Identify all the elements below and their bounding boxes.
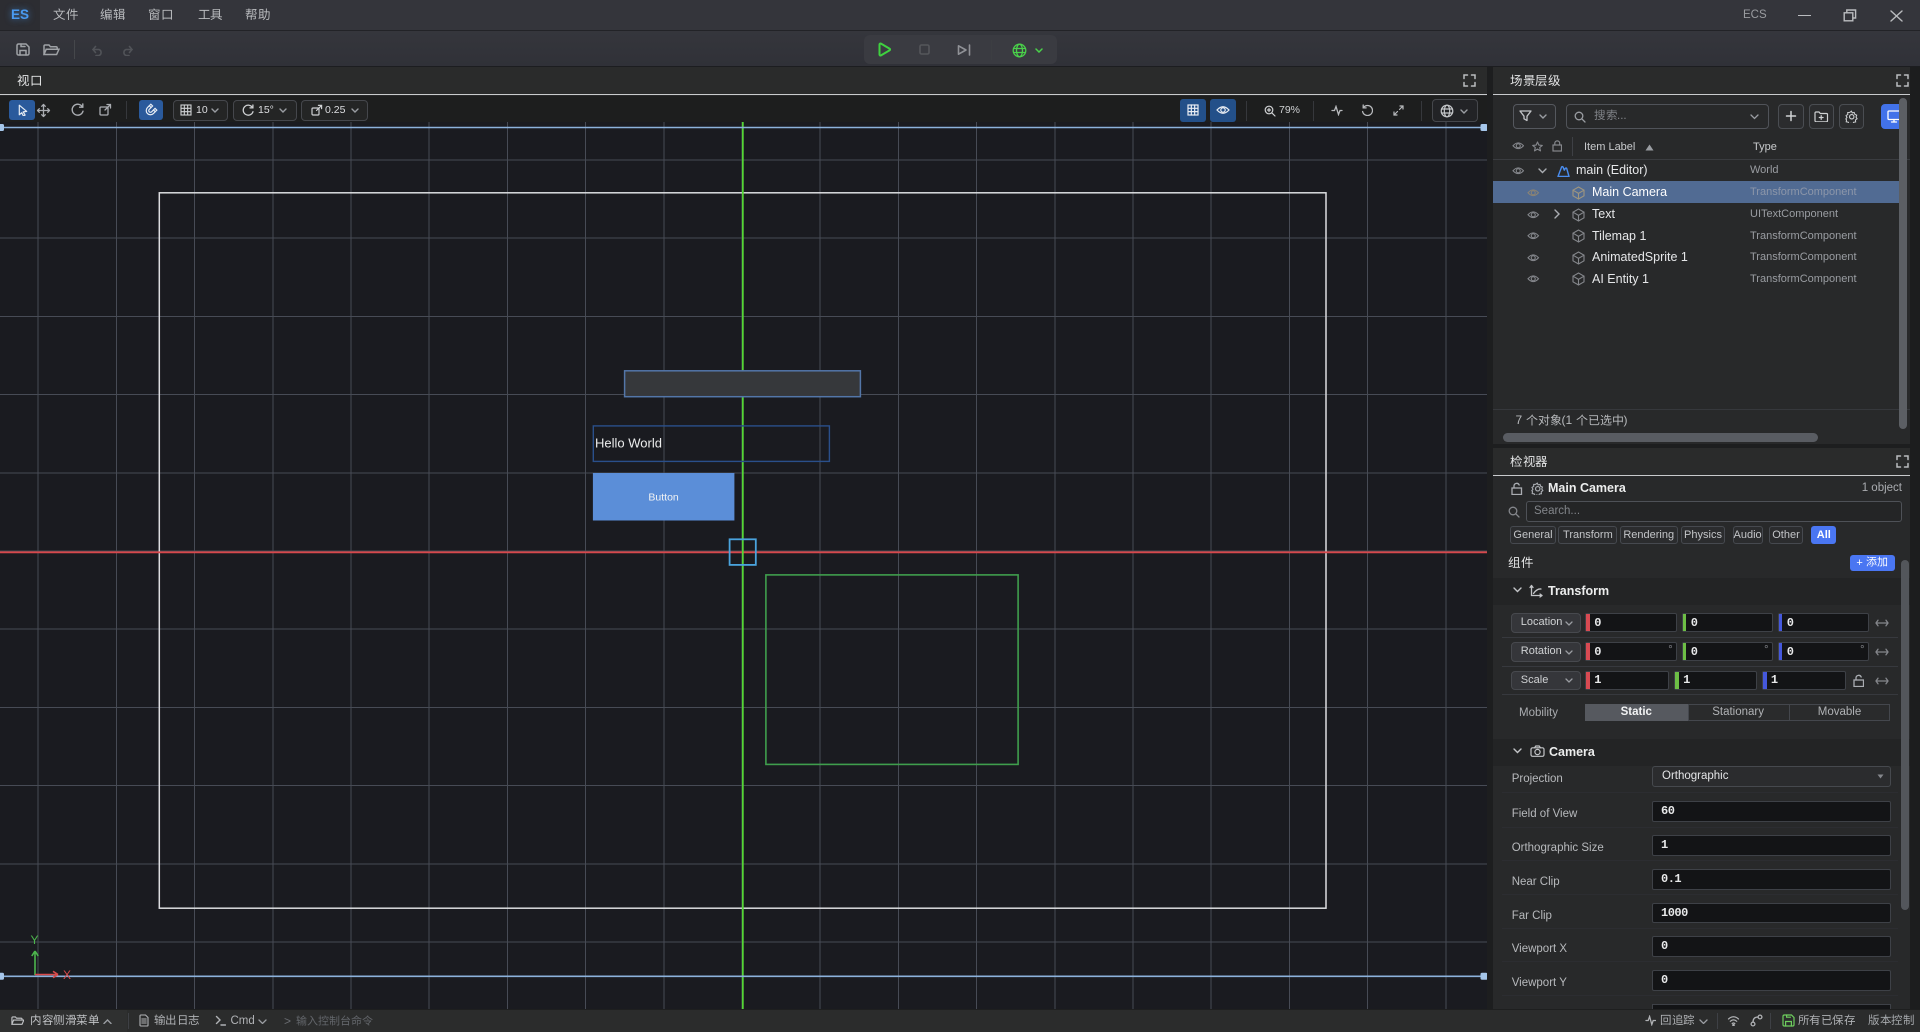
svg-text:Button: Button [648, 492, 679, 504]
svg-text:Y: Y [31, 933, 39, 947]
svg-text:Hello World: Hello World [595, 436, 662, 451]
svg-text:X: X [63, 968, 71, 982]
